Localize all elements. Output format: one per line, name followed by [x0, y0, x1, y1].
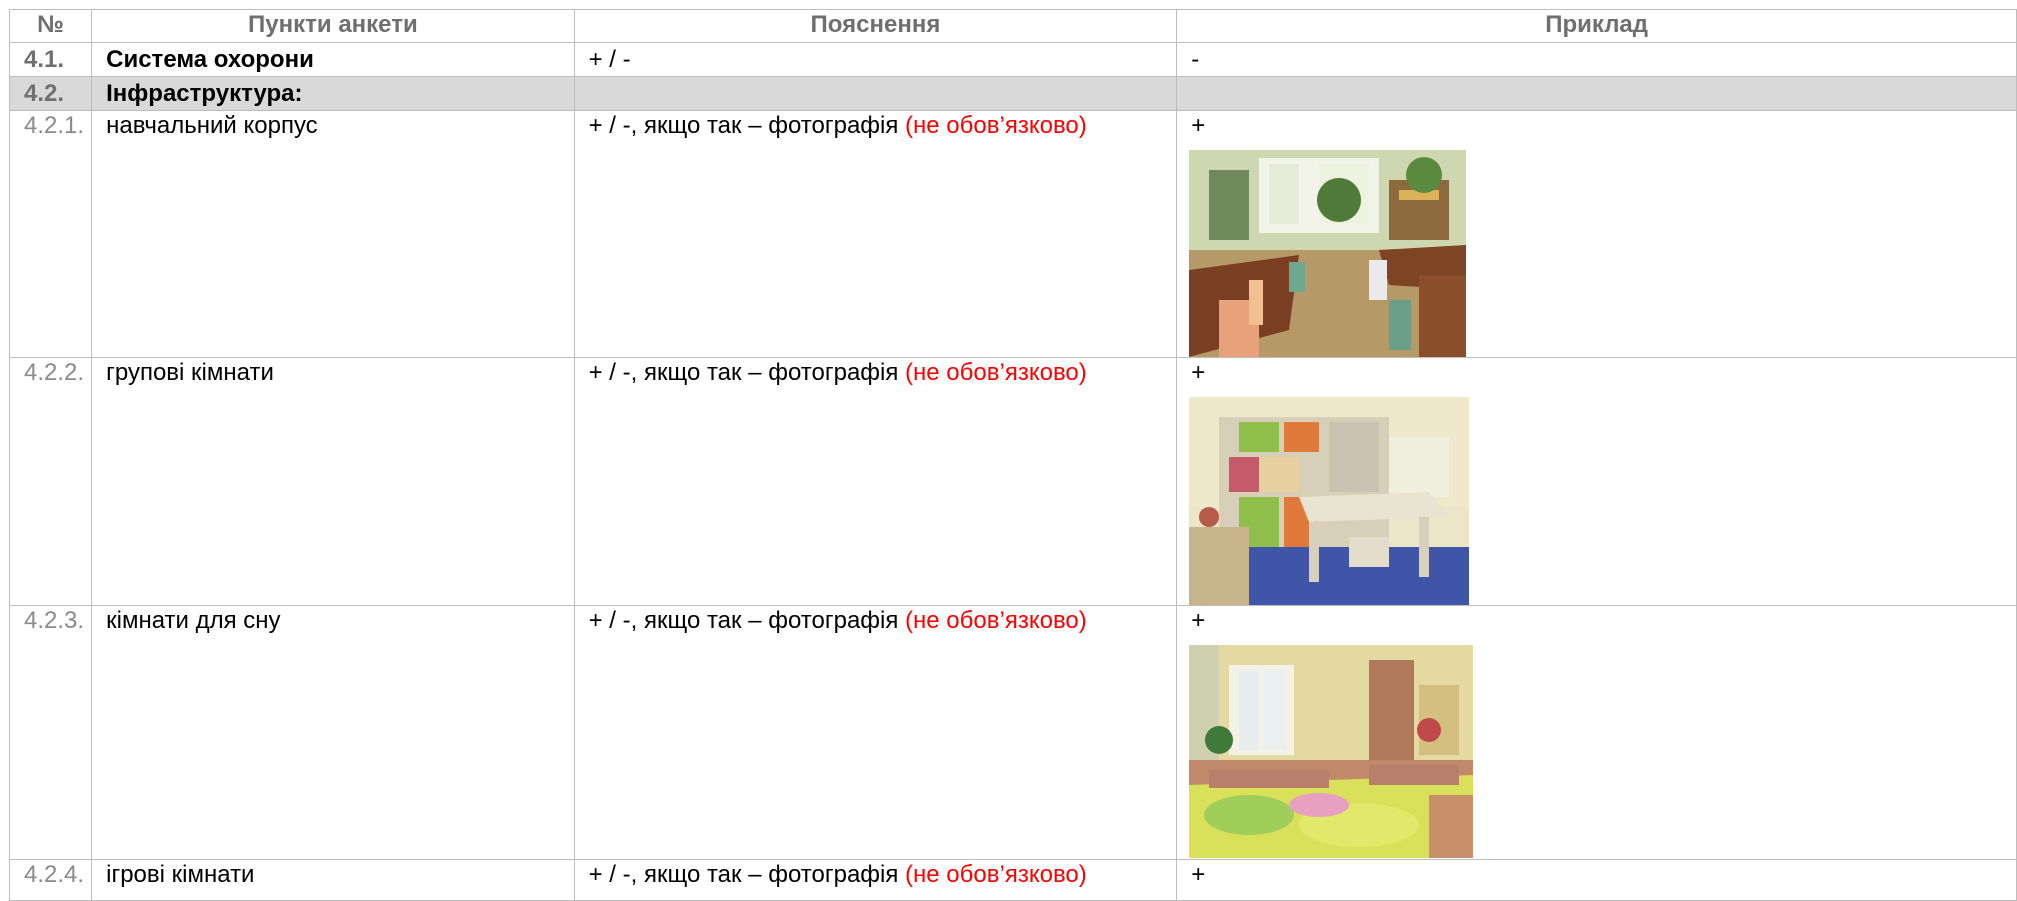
row-item: кімнати для сну	[91, 605, 575, 860]
optional-note: (не обов’язково)	[905, 861, 1087, 888]
bedroom-photo-icon	[1189, 645, 1474, 858]
row-explanation: + / -, якщо так – фотографія (не обов’яз…	[573, 357, 1178, 606]
header-num: №	[8, 9, 93, 43]
row-example: +	[1176, 357, 2017, 606]
row-example: +	[1176, 859, 2017, 901]
row-example: +	[1176, 605, 2017, 860]
row-item: Інфраструктура:	[91, 76, 575, 111]
example-mark: +	[1191, 112, 1206, 139]
row-explanation: + / -, якщо так – фотографія (не обов’яз…	[573, 605, 1178, 860]
row-num: 4.1.	[8, 42, 93, 77]
row-example	[1176, 76, 2017, 111]
optional-note: (не обов’язково)	[905, 112, 1087, 139]
header-explanation: Пояснення	[573, 9, 1178, 43]
example-mark: +	[1191, 861, 1206, 888]
row-item: Система охорони	[91, 42, 575, 77]
header-example: Приклад	[1176, 9, 2017, 43]
row-example: +	[1176, 110, 2017, 358]
row-item: групові кімнати	[91, 357, 575, 606]
table-row: 4.2.3. кімнати для сну + / -, якщо так –…	[8, 605, 2017, 860]
header-item: Пункти анкети	[91, 9, 575, 43]
optional-note: (не обов’язково)	[905, 359, 1087, 386]
survey-table: № Пункти анкети Пояснення Приклад 4.1. С…	[8, 9, 2017, 901]
row-item: навчальний корпус	[91, 110, 575, 358]
explanation-text: + / -, якщо так – фотографія	[588, 861, 899, 888]
row-num: 4.2.3.	[8, 605, 93, 860]
explanation-text: + / -, якщо так – фотографія	[588, 607, 899, 634]
example-mark: +	[1191, 607, 1206, 634]
optional-note: (не обов’язково)	[905, 607, 1087, 634]
row-explanation: + / -, якщо так – фотографія (не обов’яз…	[573, 859, 1178, 901]
group-room-photo-icon	[1189, 397, 1470, 605]
row-item: ігрові кімнати	[91, 859, 575, 901]
classroom-photo-icon	[1189, 150, 1467, 357]
explanation-text: + / -, якщо так – фотографія	[588, 112, 899, 139]
row-explanation	[573, 76, 1178, 111]
row-num: 4.2.2.	[8, 357, 93, 606]
table-row: 4.2.1. навчальний корпус + / -, якщо так…	[8, 110, 2017, 358]
table-row-section: 4.2. Інфраструктура:	[8, 76, 2017, 111]
explanation-text: + / -, якщо так – фотографія	[588, 359, 899, 386]
table-row: 4.2.2. групові кімнати + / -, якщо так –…	[8, 357, 2017, 606]
example-mark: +	[1191, 359, 1206, 386]
row-explanation: + / -, якщо так – фотографія (не обов’яз…	[573, 110, 1178, 358]
row-num: 4.2.1.	[8, 110, 93, 358]
table-row: 4.1. Система охорони + / - -	[8, 42, 2017, 77]
row-num: 4.2.4.	[8, 859, 93, 901]
row-num: 4.2.	[8, 76, 93, 111]
table-header-row: № Пункти анкети Пояснення Приклад	[8, 9, 2017, 43]
row-explanation: + / -	[573, 42, 1178, 77]
row-example: -	[1176, 42, 2017, 77]
table-row: 4.2.4. ігрові кімнати + / -, якщо так – …	[8, 859, 2017, 901]
